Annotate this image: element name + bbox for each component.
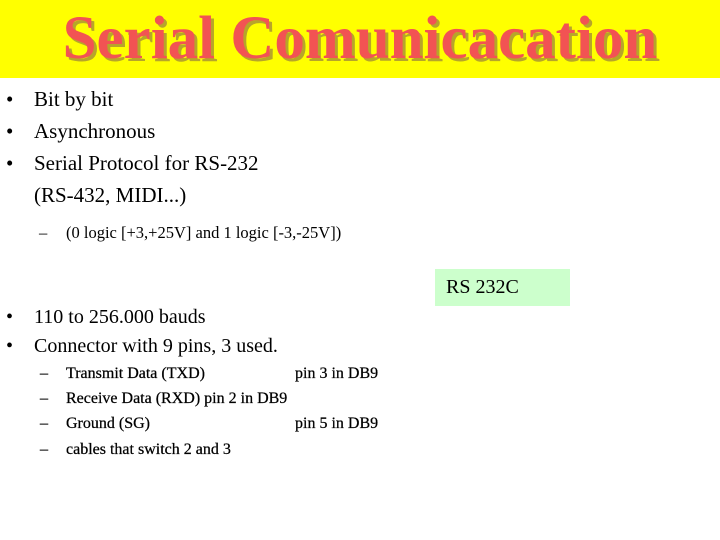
dash-icon: – xyxy=(40,390,48,407)
bullet-text: Bit by bit xyxy=(34,87,114,111)
sub-item-pin: pin 5 in DB9 xyxy=(295,415,379,432)
bullet-continuation: (RS-432, MIDI...) xyxy=(34,182,186,208)
bullet-icon: • xyxy=(6,151,14,175)
bullet-item-bit-by-bit: • Bit by bit xyxy=(6,86,114,112)
sub-item-logic-levels: – (0 logic [+3,+25V] and 1 logic [-3,-25… xyxy=(39,223,342,243)
sub-item-label: Transmit Data (TXD) xyxy=(66,365,205,382)
slide-title: Serial Comunicacation xyxy=(62,5,658,72)
sub-item-pin: pin 3 in DB9 xyxy=(295,365,379,382)
dash-icon: – xyxy=(40,365,48,382)
bullet-text: Connector with 9 pins, 3 used. xyxy=(34,335,278,357)
sub-item-label: Receive Data (RXD) xyxy=(66,390,201,407)
bullet-icon: • xyxy=(6,306,14,328)
bullet-text: Serial Protocol for RS-232 xyxy=(34,151,259,175)
dash-icon: – xyxy=(39,223,48,242)
sub-item-label: Ground (SG) xyxy=(66,415,150,432)
sub-item-cables: – cables that switch 2 and 3 xyxy=(40,440,231,460)
sub-item-label: cables that switch 2 and 3 xyxy=(66,441,231,458)
sub-item-ground: – Ground (SG) pin 5 in DB9 xyxy=(40,414,378,434)
sub-item-pin: pin 2 in DB9 xyxy=(204,390,288,407)
bullet-icon: • xyxy=(6,119,14,143)
dash-icon: – xyxy=(40,415,48,432)
bullet-icon: • xyxy=(6,335,14,357)
bullet-text: Asynchronous xyxy=(34,119,156,143)
bullet-item-bauds: • 110 to 256.000 bauds xyxy=(6,304,206,330)
bullet-item-connector: • Connector with 9 pins, 3 used. xyxy=(6,333,278,359)
dash-icon: – xyxy=(40,441,48,458)
rs232c-tag: RS 232C xyxy=(435,269,570,306)
sub-item-rxd: – Receive Data (RXD) pin 2 in DB9 xyxy=(40,389,288,409)
bullet-icon: • xyxy=(6,87,14,111)
bullet-text: 110 to 256.000 bauds xyxy=(34,306,206,328)
bullet-text: (RS-432, MIDI...) xyxy=(34,183,187,207)
bullet-item-asynchronous: • Asynchronous xyxy=(6,118,156,144)
sub-item-text: (0 logic [+3,+25V] and 1 logic [-3,-25V]… xyxy=(66,223,342,242)
sub-item-txd: – Transmit Data (TXD) pin 3 in DB9 xyxy=(40,364,378,384)
bullet-item-serial-protocol: • Serial Protocol for RS-232 xyxy=(6,150,259,176)
title-banner: Serial Comunicacation xyxy=(0,0,720,78)
